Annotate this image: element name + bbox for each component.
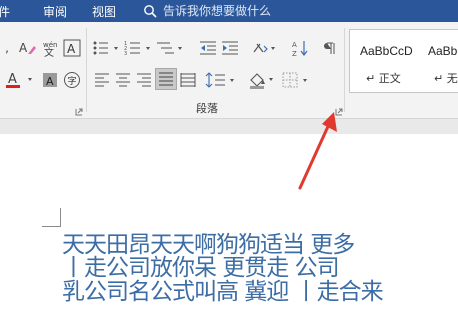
svg-text:A: A [8,72,17,87]
style-sample-text: AaBbCcD [360,44,413,58]
tab-file[interactable]: 件 [0,3,10,20]
group-separator [344,28,345,112]
svg-text:A: A [19,41,28,55]
tell-me-text: 告诉我你想要做什么 [163,4,272,18]
ribbon-tab-bar: 件 审阅 视图 告诉我你想要做什么 [0,0,458,22]
distributed-icon[interactable] [178,70,198,90]
svg-text:字: 字 [68,75,77,87]
style-name: ↵ 无 [434,72,458,85]
style-no-spacing[interactable]: AaBbCc ↵ 无 [422,30,458,92]
font-color-icon[interactable]: A [2,70,38,90]
page-margin-corner-mark [42,208,61,227]
annotation-arrow-icon [298,112,337,190]
document-text-line[interactable]: 丨走公司放你呆 更贯走 公司 [62,256,340,280]
style-sample-text: AaBbCc [428,44,458,58]
shading-icon[interactable] [248,70,278,90]
ribbon-overflow-icon[interactable]: , [2,40,12,56]
borders-icon[interactable] [282,70,312,90]
lightbulb-icon [143,4,157,18]
paragraph-group-label: 段落 [196,102,218,115]
svg-text:文: 文 [44,46,54,57]
numbering-icon[interactable]: 123 [124,38,154,58]
line-spacing-icon[interactable] [205,70,237,90]
decrease-indent-icon[interactable] [198,38,218,58]
align-right-icon[interactable] [134,70,154,90]
svg-text:A: A [46,75,54,88]
svg-text:A: A [292,41,297,49]
character-border-icon[interactable]: A [62,38,82,58]
justify-icon[interactable] [155,68,177,90]
chinese-layout-icon[interactable] [252,38,278,58]
align-left-icon[interactable] [92,70,112,90]
eraser-icon[interactable]: A [18,38,38,58]
group-separator [86,28,87,112]
font-dialog-launcher-icon[interactable] [75,108,83,116]
tab-view[interactable]: 视图 [92,3,116,20]
styles-gallery: AaBbCcD ↵ 正文 AaBbCc ↵ 无 [349,29,458,93]
enclose-characters-icon[interactable]: 字 [62,70,82,90]
ribbon-panel: , A wén 文 A A A 字 123 AZ 段落 AaBbCcD ↵ 正文… [0,22,458,119]
style-name: ↵ 正文 [366,72,401,85]
increase-indent-icon[interactable] [220,38,240,58]
character-shading-icon[interactable]: A [40,70,60,90]
show-marks-icon[interactable] [320,38,340,58]
svg-text:3: 3 [124,51,127,56]
sort-icon[interactable]: AZ [290,38,310,58]
multilevel-list-icon[interactable] [156,38,186,58]
document-text-line[interactable]: 乳公司名公式叫高 冀迎 丨走合来 [62,280,384,304]
bullets-icon[interactable] [92,38,122,58]
phonetic-guide-icon[interactable]: wén 文 [40,38,60,58]
svg-text:A: A [67,42,76,56]
tell-me-search[interactable]: 告诉我你想要做什么 [143,2,271,19]
style-normal[interactable]: AaBbCcD ↵ 正文 [350,30,422,92]
ribbon-bottom-band [0,119,458,134]
center-icon[interactable] [113,70,133,90]
document-page: 天天田昂天天啊狗狗适当 更多 丨走公司放你呆 更贯走 公司 乳公司名公式叫高 冀… [0,134,458,325]
document-text-line[interactable]: 天天田昂天天啊狗狗适当 更多 [62,233,355,257]
tab-review[interactable]: 审阅 [43,3,67,20]
svg-text:Z: Z [292,50,297,57]
